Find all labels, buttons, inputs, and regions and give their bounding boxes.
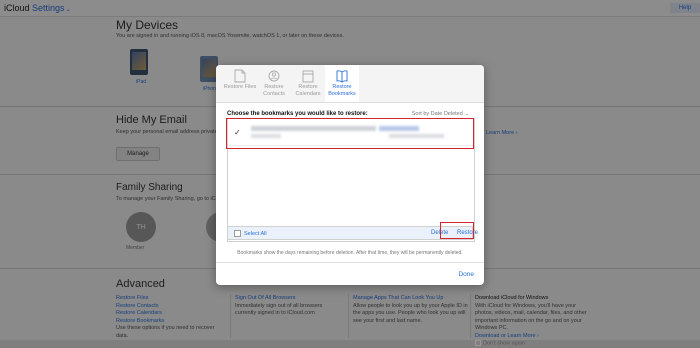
tab-label: Restore Contacts <box>263 84 285 97</box>
bookmarks-icon <box>336 70 348 83</box>
select-all-checkbox[interactable]: Select All <box>234 230 267 237</box>
tab-restore-files[interactable]: Restore Files <box>223 65 257 102</box>
sort-label: Sort by Date Deleted <box>411 111 463 117</box>
highlight-box <box>440 222 474 239</box>
calendar-icon <box>302 70 314 83</box>
tab-label: Restore Bookmarks <box>328 84 356 97</box>
dont-show-checkbox[interactable]: Don't show again <box>475 340 590 348</box>
select-all-label: Select All <box>244 230 267 237</box>
choose-bookmarks-label: Choose the bookmarks you would like to r… <box>227 111 368 117</box>
divider <box>216 262 484 263</box>
dont-show-label: Don't show again <box>483 340 526 347</box>
file-icon <box>234 69 246 83</box>
done-button[interactable]: Done <box>458 271 474 278</box>
chevron-down-icon: ⌄ <box>464 111 469 117</box>
tab-restore-contacts[interactable]: Restore Contacts <box>257 65 291 102</box>
tab-label: Restore Calendars <box>295 84 321 97</box>
highlight-box <box>226 118 474 149</box>
list-footer: Select All Delete Restore <box>227 226 478 240</box>
tab-restore-calendars[interactable]: Restore Calendars <box>291 65 325 102</box>
tab-restore-bookmarks[interactable]: Restore Bookmarks <box>325 65 359 102</box>
retention-note: Bookmarks show the days remaining before… <box>237 250 463 256</box>
restore-tabs: Restore Files Restore Contacts Restore C… <box>216 65 484 103</box>
sort-dropdown[interactable]: Sort by Date Deleted ⌄ <box>412 111 469 117</box>
contacts-icon <box>268 70 280 82</box>
tab-label: Restore Files <box>223 84 257 90</box>
restore-bookmarks-dialog: Restore Files Restore Contacts Restore C… <box>216 65 484 285</box>
